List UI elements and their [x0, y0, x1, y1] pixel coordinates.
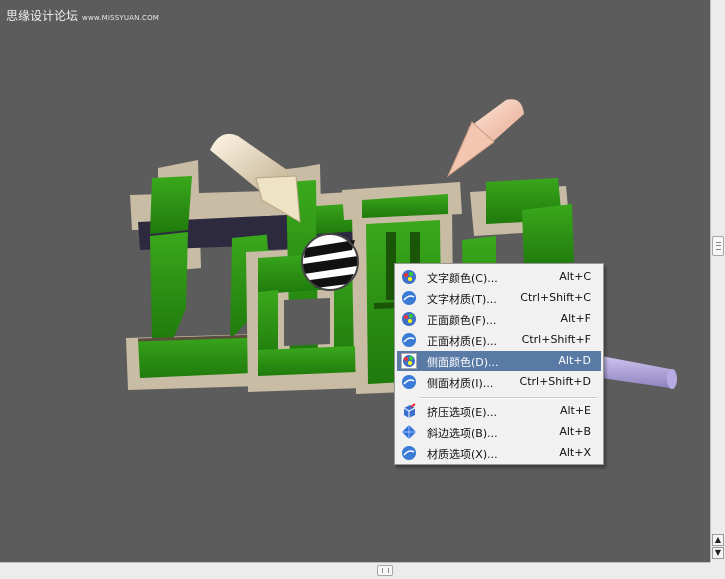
- menu-item-label: 斜边选项(B)...: [427, 427, 498, 440]
- menu-item-front-color[interactable]: 正面颜色(F)... Alt+F: [397, 309, 601, 329]
- canvas-viewport[interactable]: 思缘设计论坛 www.MISSYUAN.COM 文字颜色(C)... Alt+C…: [0, 0, 710, 562]
- material-sphere-icon: [402, 333, 416, 347]
- material-sphere-icon: [402, 446, 416, 460]
- scroll-page-down-icon[interactable]: ▼: [712, 547, 724, 559]
- menu-item-label: 侧面材质(I)...: [427, 377, 494, 390]
- editor-window: 思缘设计论坛 www.MISSYUAN.COM 文字颜色(C)... Alt+C…: [0, 0, 725, 579]
- menu-item-text-color[interactable]: 文字颜色(C)... Alt+C: [397, 267, 601, 287]
- scrollbar-corner: [710, 562, 725, 579]
- color-palette-icon: [402, 312, 416, 326]
- scroll-page-up-icon[interactable]: ▲: [712, 534, 724, 546]
- bevel-diamond-icon: [402, 425, 416, 439]
- menu-item-label: 文字材质(T)...: [427, 293, 497, 306]
- material-sphere-icon: [402, 375, 416, 389]
- vertical-scrollbar[interactable]: ▲ ▼: [710, 0, 725, 562]
- menu-separator: [421, 397, 597, 399]
- menu-item-side-color[interactable]: 侧面颜色(D)... Alt+D: [397, 351, 601, 371]
- menu-item-label: 文字颜色(C)...: [427, 272, 498, 285]
- context-menu: 文字颜色(C)... Alt+C 文字材质(T)... Ctrl+Shift+C…: [394, 263, 604, 465]
- menu-item-shortcut: Alt+F: [560, 312, 591, 325]
- material-sphere-icon: [402, 291, 416, 305]
- menu-item-text-material[interactable]: 文字材质(T)... Ctrl+Shift+C: [397, 288, 601, 308]
- menu-item-label: 侧面颜色(D)...: [427, 356, 499, 369]
- color-palette-icon: [402, 270, 416, 284]
- menu-item-label: 正面颜色(F)...: [427, 314, 497, 327]
- menu-item-side-material[interactable]: 侧面材质(I)... Ctrl+Shift+D: [397, 372, 601, 392]
- extrude-cube-icon: [403, 403, 416, 418]
- menu-item-shortcut: Ctrl+Shift+C: [520, 291, 591, 304]
- menu-item-extrude-options[interactable]: 挤压选项(E)... Alt+E: [397, 401, 601, 421]
- arrow-peach: [446, 99, 524, 178]
- menu-item-label: 正面材质(E)...: [427, 335, 498, 348]
- horizontal-scrollbar[interactable]: [0, 562, 710, 579]
- menu-item-bevel-options[interactable]: 斜边选项(B)... Alt+B: [397, 422, 601, 442]
- menu-item-material-options[interactable]: 材质选项(X)... Alt+X: [397, 443, 601, 463]
- menu-item-shortcut: Alt+X: [559, 446, 591, 459]
- menu-item-shortcut: Ctrl+Shift+F: [521, 333, 591, 346]
- menu-item-shortcut: Ctrl+Shift+D: [519, 375, 591, 388]
- menu-item-label: 挤压选项(E)...: [427, 406, 498, 419]
- menu-item-shortcut: Alt+C: [559, 270, 591, 283]
- vertical-scroll-thumb[interactable]: [712, 236, 724, 256]
- menu-item-shortcut: Alt+E: [559, 404, 591, 417]
- striped-ball: [301, 233, 359, 291]
- menu-item-front-material[interactable]: 正面材质(E)... Ctrl+Shift+F: [397, 330, 601, 350]
- menu-item-label: 材质选项(X)...: [427, 448, 498, 461]
- menu-item-shortcut: Alt+B: [559, 425, 591, 438]
- horizontal-scroll-thumb[interactable]: [377, 565, 393, 576]
- color-palette-icon: [401, 353, 417, 369]
- menu-item-shortcut: Alt+D: [558, 354, 591, 367]
